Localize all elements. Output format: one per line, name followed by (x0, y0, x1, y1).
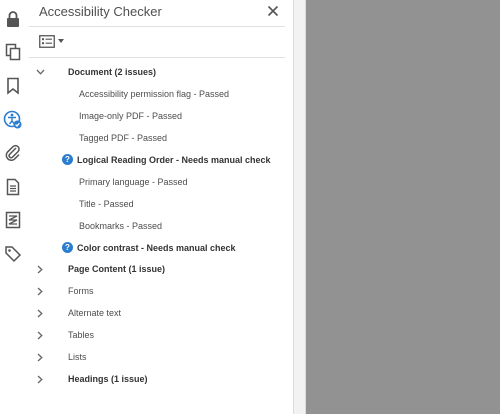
row-label: Tagged PDF - Passed (79, 133, 168, 143)
pages-icon[interactable] (2, 41, 24, 63)
rule-row[interactable]: Accessibility permission flag - Passed (29, 84, 289, 104)
chevron-right-icon[interactable] (35, 374, 45, 384)
header-divider (29, 26, 285, 27)
row-label: Bookmarks - Passed (79, 221, 163, 231)
rule-row[interactable]: Tagged PDF - Passed (29, 128, 289, 148)
rule-row[interactable]: Title - Passed (29, 194, 289, 214)
row-label: Title - Passed (79, 199, 134, 209)
row-label: Accessibility permission flag - Passed (79, 89, 230, 99)
category-row[interactable]: Lists (29, 347, 289, 367)
list-options-icon (39, 34, 55, 48)
category-row[interactable]: Tables (29, 325, 289, 345)
row-label: Document (2 issues) (68, 67, 157, 77)
row-label: Logical Reading Order - Needs manual che… (77, 155, 271, 165)
needs-check-icon: ? (62, 242, 73, 253)
row-label: Headings (1 issue) (68, 374, 148, 384)
row-label: Primary language - Passed (79, 177, 188, 187)
row-label: Page Content (1 issue) (68, 264, 166, 274)
row-label: Tables (68, 330, 95, 340)
category-row[interactable]: Forms (29, 281, 289, 301)
tool-rail (0, 0, 30, 414)
chevron-right-icon[interactable] (35, 352, 45, 362)
category-row[interactable]: Alternate text (29, 303, 289, 323)
rule-row-needs-check[interactable]: ? Color contrast - Needs manual check (29, 238, 289, 258)
accessibility-checker-panel: Accessibility Checker Document (2 issues… (29, 0, 293, 414)
row-label: Lists (68, 352, 87, 362)
category-row[interactable]: Headings (1 issue) (29, 369, 289, 389)
row-label: Image-only PDF - Passed (79, 111, 183, 121)
panel-title: Accessibility Checker (39, 4, 162, 19)
chevron-right-icon[interactable] (35, 308, 45, 318)
needs-check-icon: ? (62, 154, 73, 165)
panel-splitter[interactable] (293, 0, 306, 414)
row-label: Forms (68, 286, 94, 296)
bookmark-icon[interactable] (2, 75, 24, 97)
tags-icon[interactable] (2, 243, 24, 265)
rule-row-needs-check[interactable]: ? Logical Reading Order - Needs manual ch… (29, 150, 289, 170)
attachment-icon[interactable] (2, 142, 24, 164)
chevron-down-icon (58, 39, 64, 43)
rule-row[interactable]: Image-only PDF - Passed (29, 106, 289, 126)
rule-row[interactable]: Bookmarks - Passed (29, 216, 289, 236)
category-row[interactable]: Document (2 issues) (29, 62, 289, 82)
close-panel-button[interactable] (264, 2, 282, 20)
row-label: Alternate text (68, 308, 122, 318)
rule-row[interactable]: Primary language - Passed (29, 172, 289, 192)
chevron-right-icon[interactable] (35, 264, 45, 274)
category-row[interactable]: Page Content (1 issue) (29, 259, 289, 279)
document-workspace (306, 0, 500, 414)
options-menu-button[interactable] (39, 33, 65, 49)
document-icon[interactable] (2, 176, 24, 198)
chevron-down-icon[interactable] (35, 67, 45, 77)
toolbar-divider (29, 57, 285, 58)
order-icon[interactable] (2, 209, 24, 231)
row-label: Color contrast - Needs manual check (77, 243, 236, 253)
lock-icon[interactable] (2, 8, 24, 30)
chevron-right-icon[interactable] (35, 286, 45, 296)
close-icon (267, 5, 279, 17)
chevron-right-icon[interactable] (35, 330, 45, 340)
accessibility-icon[interactable] (2, 109, 24, 131)
